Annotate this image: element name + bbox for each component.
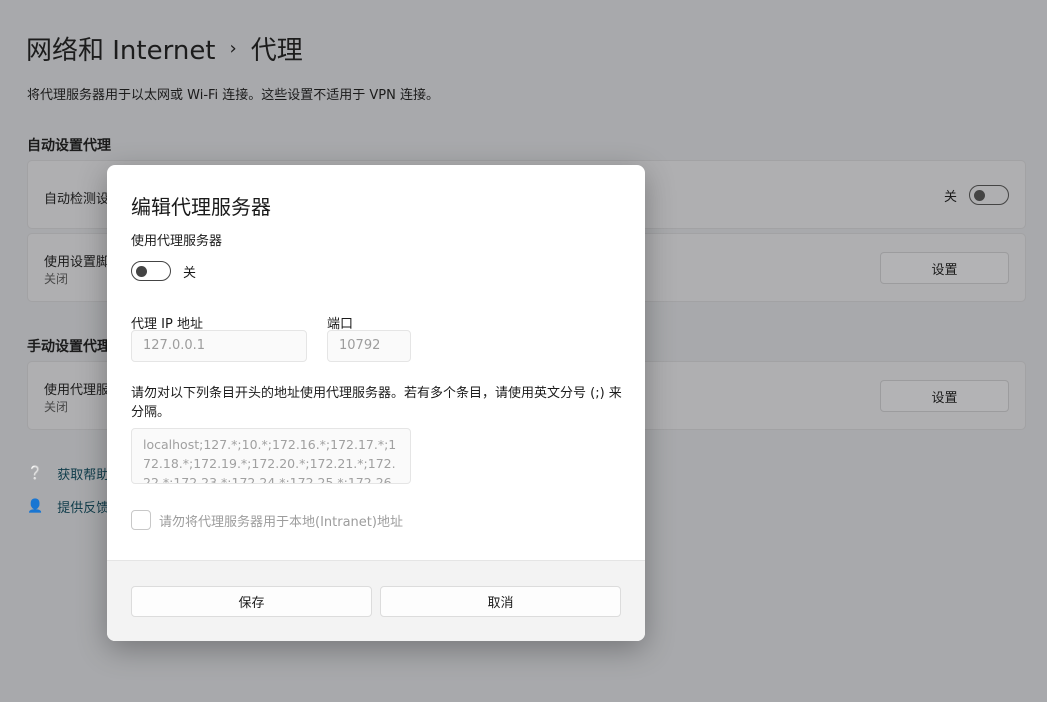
proxy-ip-input[interactable]: 127.0.0.1 (131, 330, 307, 362)
page-description: 将代理服务器用于以太网或 Wi-Fi 连接。这些设置不适用于 VPN 连接。 (27, 88, 440, 103)
manual-proxy-button[interactable]: 设置 (880, 380, 1009, 412)
manual-proxy-status: 关闭 (44, 400, 69, 414)
exceptions-label: 请勿对以下列条目开头的地址使用代理服务器。若有多个条目，请使用英文分号 (;) … (131, 386, 622, 420)
setup-script-status: 关闭 (44, 272, 69, 286)
edit-proxy-dialog: 编辑代理服务器 使用代理服务器 关 代理 IP 地址 127.0.0.1 端口 … (107, 165, 645, 641)
setup-script-button[interactable]: 设置 (880, 252, 1009, 284)
help-icon: ❔ (27, 466, 44, 481)
auto-section-heading: 自动设置代理 (27, 138, 111, 154)
auto-detect-state: 关 (943, 189, 957, 205)
manual-section-heading: 手动设置代理 (27, 339, 111, 355)
save-button[interactable]: 保存 (131, 586, 372, 617)
chevron-right-icon: › (229, 38, 237, 59)
help-link[interactable]: ❔ 获取帮助 (27, 464, 109, 483)
auto-detect-toggle[interactable] (969, 185, 1009, 205)
dialog-footer: 保存 取消 (107, 560, 645, 641)
use-proxy-toggle[interactable] (131, 261, 171, 281)
use-proxy-state: 关 (183, 265, 197, 281)
dialog-title: 编辑代理服务器 (131, 195, 271, 219)
intranet-label: 请勿将代理服务器用于本地(Intranet)地址 (159, 515, 403, 530)
breadcrumb-parent[interactable]: 网络和 Internet (26, 30, 216, 67)
breadcrumb-current: 代理 (250, 36, 303, 66)
feedback-link[interactable]: 👤 提供反馈 (27, 497, 109, 516)
use-proxy-label: 使用代理服务器 (131, 234, 223, 249)
intranet-checkbox[interactable] (131, 510, 151, 530)
cancel-button[interactable]: 取消 (380, 586, 621, 617)
feedback-icon: 👤 (27, 499, 44, 514)
exceptions-textarea[interactable]: localhost;127.*;10.*;172.16.*;172.17.*;1… (131, 428, 411, 484)
page-title: 网络和 Internet › 代理 (26, 30, 303, 67)
feedback-label: 提供反馈 (57, 501, 110, 516)
help-label: 获取帮助 (57, 468, 110, 483)
port-input[interactable]: 10792 (327, 330, 411, 362)
